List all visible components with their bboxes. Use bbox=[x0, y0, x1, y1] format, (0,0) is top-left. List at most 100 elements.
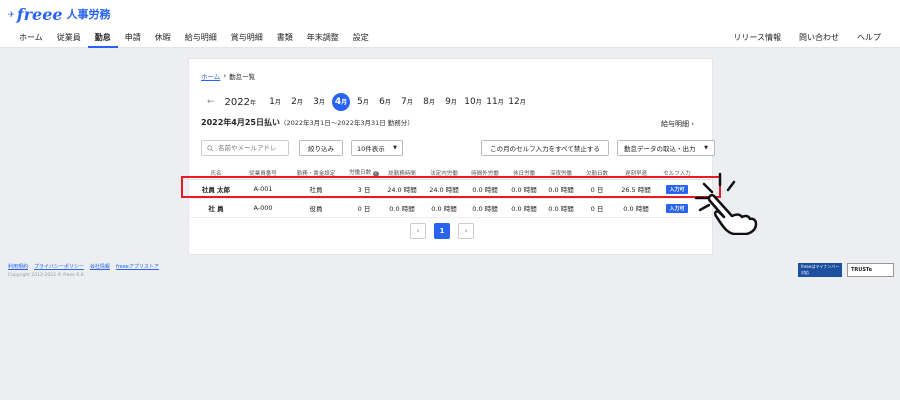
footer-company-link[interactable]: 会社情報 bbox=[90, 263, 110, 270]
nav-home[interactable]: ホーム bbox=[12, 28, 50, 48]
overtime-hours: 0.0 時間 bbox=[472, 186, 498, 194]
footer-appstore-link[interactable]: freeeアプリストア bbox=[116, 263, 159, 270]
nav-help[interactable]: ヘルプ bbox=[848, 28, 890, 48]
wage-setting: 役員 bbox=[309, 205, 323, 213]
col-name: 氏名 bbox=[210, 170, 222, 177]
employee-number: A-000 bbox=[253, 204, 273, 212]
truste-badge[interactable]: TRUSTe bbox=[847, 263, 894, 277]
footer-terms-link[interactable]: 利用規約 bbox=[8, 263, 28, 270]
work-days: 0 日 bbox=[357, 205, 371, 213]
copyright: Copyright 2012-2022 © freee K.K. bbox=[8, 273, 86, 278]
table-row[interactable]: 社 員 A-000 役員 0 日 0.0 時間 0.0 時間 0.0 時間 0.… bbox=[189, 199, 714, 218]
legal-hours: 0.0 時間 bbox=[431, 205, 457, 213]
col-absent-days: 欠勤日数 bbox=[585, 170, 608, 177]
logo-bird-icon: ✈ bbox=[8, 9, 15, 19]
next-page-button[interactable]: › bbox=[458, 223, 474, 239]
breadcrumb-chevron-icon: › bbox=[223, 72, 227, 80]
table-row[interactable]: 社員 太郎 A-001 社員 3 日 24.0 時間 24.0 時間 0.0 時… bbox=[189, 180, 714, 199]
month-4-selected[interactable]: 4月 bbox=[332, 93, 351, 111]
col-legal-hours: 法定内労働 bbox=[430, 170, 458, 177]
top-bar: ✈ freee 人事労務 ホーム 従業員 勤怠 申請 休暇 給与明細 賞与明細 … bbox=[0, 0, 900, 48]
nav-attendance[interactable]: 勤怠 bbox=[87, 28, 118, 48]
import-export-button[interactable]: 勤怠データの取込・出力 ▼ bbox=[617, 140, 715, 156]
col-overtime: 時間外労働 bbox=[471, 170, 499, 177]
freee-logo[interactable]: ✈ freee 人事労務 bbox=[8, 4, 111, 24]
month-8[interactable]: 8月 bbox=[418, 97, 440, 107]
attendance-card: ホーム › 勤怠一覧 ← 2022年 1月 2月 3月 4月 5月 6月 7月 … bbox=[188, 58, 715, 255]
nav-documents[interactable]: 書類 bbox=[270, 28, 300, 48]
nav-bonus[interactable]: 賞与明細 bbox=[224, 28, 270, 48]
month-9[interactable]: 9月 bbox=[440, 97, 462, 107]
self-input-badge: 入力可 bbox=[666, 203, 688, 213]
page-size-select[interactable]: 10件表示 ▼ bbox=[351, 140, 403, 156]
col-employee-number: 従業員番号 bbox=[249, 170, 277, 177]
logo-product: 人事労務 bbox=[66, 8, 111, 21]
work-days: 3 日 bbox=[357, 186, 371, 194]
pagination: ‹ 1 › bbox=[410, 223, 474, 239]
employee-name[interactable]: 社 員 bbox=[191, 203, 241, 213]
nav-contact[interactable]: 問い合わせ bbox=[790, 28, 848, 48]
total-hours: 0.0 時間 bbox=[389, 205, 415, 213]
year-label: 2022年 bbox=[224, 96, 257, 108]
right-nav: リリース情報 問い合わせ ヘルプ bbox=[724, 28, 890, 48]
chevron-down-icon: ▼ bbox=[704, 145, 708, 151]
holiday-hours: 0.0 時間 bbox=[511, 186, 537, 194]
breadcrumb-current: 勤怠一覧 bbox=[229, 73, 256, 81]
late-early-hours: 26.5 時間 bbox=[621, 186, 651, 194]
help-icon[interactable]: ? bbox=[372, 171, 379, 177]
nav-settings[interactable]: 設定 bbox=[346, 28, 376, 48]
chevron-down-icon: ▼ bbox=[393, 145, 397, 151]
nav-year-end[interactable]: 年末調整 bbox=[300, 28, 346, 48]
month-11[interactable]: 11月 bbox=[484, 97, 506, 107]
month-12[interactable]: 12月 bbox=[506, 97, 528, 107]
month-5[interactable]: 5月 bbox=[352, 97, 374, 107]
nav-requests[interactable]: 申請 bbox=[118, 28, 148, 48]
night-hours: 0.0 時間 bbox=[548, 205, 574, 213]
nav-employees[interactable]: 従業員 bbox=[50, 28, 88, 48]
month-1[interactable]: 1月 bbox=[264, 97, 286, 107]
nav-leave[interactable]: 休暇 bbox=[148, 28, 178, 48]
month-selector: ← 2022年 1月 2月 3月 4月 5月 6月 7月 8月 9月 10月 1… bbox=[207, 93, 528, 111]
self-input-badge: 入力可 bbox=[666, 184, 688, 194]
table-header: 氏名 従業員番号 勤務・賃金設定 労働日数 ? 総勤務時間 法定内労働 時間外労… bbox=[189, 166, 714, 180]
employee-name[interactable]: 社員 太郎 bbox=[191, 184, 241, 194]
pay-date-title: 2022年4月25日払い（2022年3月1日～2022年3月31日 勤務分） bbox=[201, 118, 414, 127]
col-night-work: 深夜労働 bbox=[549, 170, 572, 177]
prev-page-button[interactable]: ‹ bbox=[410, 223, 426, 239]
month-10[interactable]: 10月 bbox=[462, 97, 484, 107]
logo-word: freee bbox=[16, 4, 63, 24]
filter-button[interactable]: 絞り込み bbox=[299, 140, 343, 156]
payslip-link[interactable]: 給与明細 › bbox=[661, 119, 694, 129]
disable-self-input-button[interactable]: この月のセルフ入力をすべて禁止する bbox=[481, 140, 609, 156]
pay-period-note: （2022年3月1日～2022年3月31日 勤務分） bbox=[279, 119, 414, 127]
employee-number: A-001 bbox=[253, 185, 273, 193]
late-early-hours: 0.0 時間 bbox=[623, 205, 649, 213]
month-6[interactable]: 6月 bbox=[374, 97, 396, 107]
absent-days: 0 日 bbox=[590, 205, 604, 213]
footer-privacy-link[interactable]: プライバシーポリシー bbox=[34, 263, 84, 270]
footer-links: 利用規約 プライバシーポリシー 会社情報 freeeアプリストア bbox=[8, 263, 159, 270]
month-7[interactable]: 7月 bbox=[396, 97, 418, 107]
breadcrumb-home[interactable]: ホーム bbox=[201, 71, 220, 81]
col-wage-setting: 勤務・賃金設定 bbox=[296, 170, 336, 177]
legal-hours: 24.0 時間 bbox=[429, 186, 459, 194]
prev-year-arrow-icon[interactable]: ← bbox=[207, 97, 215, 107]
chevron-right-icon: › bbox=[691, 120, 694, 128]
attendance-table: 氏名 従業員番号 勤務・賃金設定 労働日数 ? 総勤務時間 法定内労働 時間外労… bbox=[189, 166, 714, 218]
mynumber-badge[interactable]: freeeはマイナンバー対応 bbox=[798, 263, 842, 277]
month-3[interactable]: 3月 bbox=[308, 97, 330, 107]
nav-release-info[interactable]: リリース情報 bbox=[724, 28, 790, 48]
search-icon bbox=[207, 144, 214, 152]
table-controls: 絞り込み 10件表示▼ この月のセルフ入力をすべて禁止する 勤怠データの取込・出… bbox=[201, 140, 715, 156]
wage-setting: 社員 bbox=[309, 186, 323, 194]
absent-days: 0 日 bbox=[590, 186, 604, 194]
search-box bbox=[201, 140, 289, 156]
col-late-early: 遅刻早退 bbox=[624, 170, 647, 177]
search-input[interactable] bbox=[218, 144, 288, 152]
col-holiday-work: 休日労働 bbox=[512, 170, 535, 177]
nav-payslip[interactable]: 給与明細 bbox=[178, 28, 224, 48]
overtime-hours: 0.0 時間 bbox=[472, 205, 498, 213]
night-hours: 0.0 時間 bbox=[548, 186, 574, 194]
month-2[interactable]: 2月 bbox=[286, 97, 308, 107]
page-1-button[interactable]: 1 bbox=[434, 223, 450, 239]
